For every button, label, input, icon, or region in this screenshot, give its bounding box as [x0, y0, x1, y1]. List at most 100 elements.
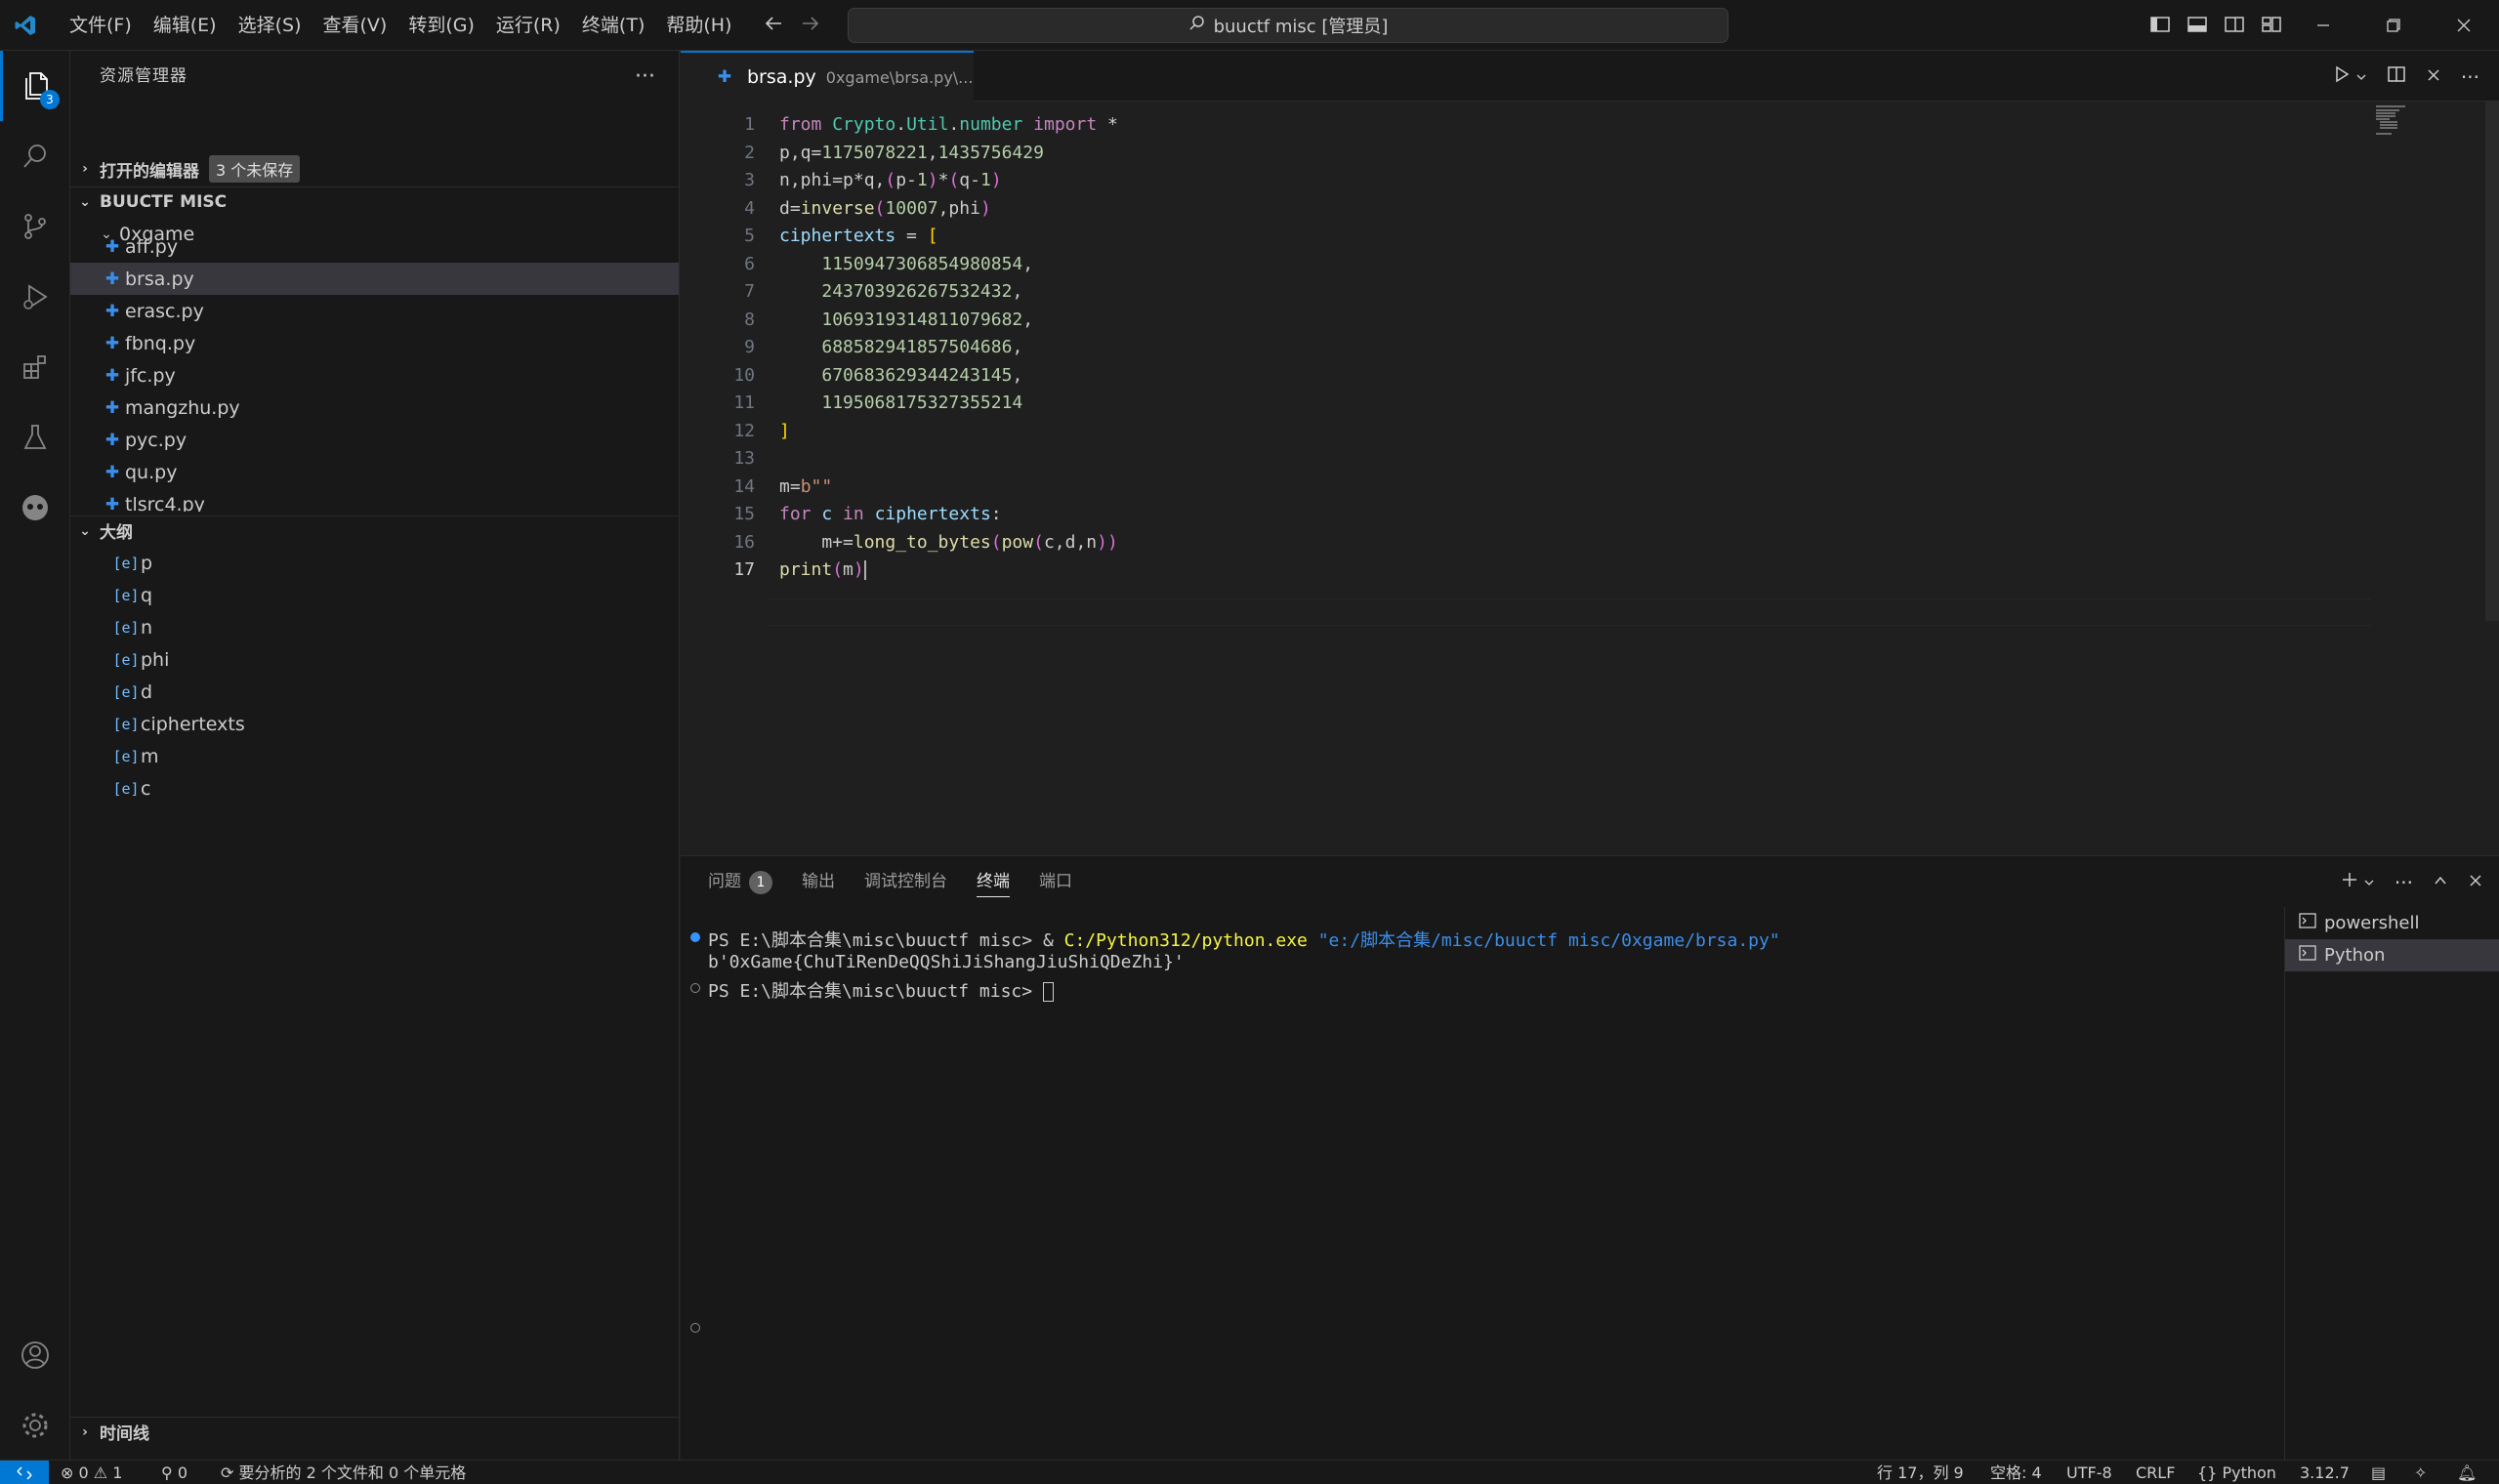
code-line[interactable]: 1069319314811079682,	[779, 309, 1033, 330]
github-copilot-icon[interactable]	[0, 473, 70, 543]
indentation[interactable]: 空格: 4	[1990, 1461, 2042, 1484]
code-line[interactable]: 1150947306854980854,	[779, 254, 1033, 274]
run-file-icon[interactable]	[2332, 64, 2352, 89]
code-line[interactable]: m+=long_to_bytes(pow(c,d,n))	[779, 532, 1117, 553]
file-item[interactable]: ✚ mangzhu.py	[70, 392, 679, 424]
problems-status[interactable]: ⊗ 0 ⚠ 1	[61, 1461, 122, 1484]
code-line[interactable]: print(m)	[779, 559, 866, 580]
tab-problems[interactable]: 问题 1	[708, 856, 772, 907]
terminal-item-python[interactable]: Python	[2285, 939, 2499, 971]
menu-help[interactable]: 帮助(H)	[655, 0, 742, 51]
command-center[interactable]: buuctf misc [管理员]	[848, 8, 1728, 43]
file-item[interactable]: ✚ erasc.py	[70, 295, 679, 327]
line-ending[interactable]: CRLF	[2136, 1461, 2175, 1484]
outline-item[interactable]: [e] p	[70, 547, 679, 579]
tab-ports[interactable]: 端口	[1039, 856, 1072, 907]
split-editor-icon[interactable]	[2387, 64, 2406, 89]
menu-edit[interactable]: 编辑(E)	[143, 0, 228, 51]
explorer-icon[interactable]: 3	[0, 51, 70, 121]
code-line[interactable]: 1195068175327355214	[779, 392, 1022, 413]
menu-file[interactable]: 文件(F)	[59, 0, 143, 51]
file-item[interactable]: ✚ jfc.py	[70, 359, 679, 392]
toggle-panel-icon[interactable]	[2186, 13, 2209, 41]
code-line[interactable]: 688582941857504686,	[779, 337, 1022, 357]
outline-item[interactable]: [e] phi	[70, 643, 679, 676]
code-line[interactable]: 243703926267532432,	[779, 281, 1022, 302]
code-line[interactable]: ciphertexts = [	[779, 226, 938, 246]
language-mode[interactable]: {} Python	[2197, 1461, 2276, 1484]
outline-item[interactable]: [e] d	[70, 676, 679, 708]
panel-more-icon[interactable]: ···	[2395, 871, 2413, 894]
new-terminal-icon[interactable]	[2340, 870, 2359, 894]
code-line[interactable]: 670683629344243145,	[779, 365, 1022, 386]
run-dropdown-icon[interactable]	[2355, 66, 2367, 88]
tab-terminal[interactable]: 终端	[977, 856, 1010, 907]
outline-item[interactable]: [e] n	[70, 611, 679, 643]
file-info-icon[interactable]: ▤	[2371, 1461, 2386, 1484]
settings-gear-icon[interactable]	[0, 1390, 70, 1461]
outline-item[interactable]: [e] q	[70, 579, 679, 611]
outline-item[interactable]: [e] ciphertexts	[70, 708, 679, 740]
minimap[interactable]	[2368, 102, 2485, 219]
ports-status[interactable]: ⚲ 0	[161, 1461, 187, 1484]
file-item[interactable]: ✚ pyc.py	[70, 424, 679, 456]
code-line[interactable]: d=inverse(10007,phi)	[779, 198, 991, 219]
testing-flask-icon[interactable]	[0, 402, 70, 473]
extensions-icon[interactable]	[0, 332, 70, 402]
editor-scrollbar[interactable]	[2485, 102, 2499, 621]
ports-icon: ⚲	[161, 1463, 173, 1482]
search-view-icon[interactable]	[0, 121, 70, 191]
code-line[interactable]: m=b""	[779, 476, 832, 497]
restore-icon[interactable]	[2358, 0, 2429, 51]
python-version[interactable]: 3.12.7	[2300, 1461, 2350, 1484]
menu-run[interactable]: 运行(R)	[485, 0, 571, 51]
tab-debug-console[interactable]: 调试控制台	[864, 856, 947, 907]
outline-item[interactable]: [e] c	[70, 772, 679, 804]
menu-go[interactable]: 转到(G)	[397, 0, 485, 51]
code-line[interactable]: n,phi=p*q,(p-1)*(q-1)	[779, 170, 1002, 190]
encoding[interactable]: UTF-8	[2066, 1461, 2112, 1484]
timeline-section[interactable]: › 时间线	[70, 1417, 679, 1446]
back-arrow-icon[interactable]	[762, 12, 785, 40]
file-item[interactable]: ✚ tlsrc4.py	[70, 488, 679, 513]
code-line[interactable]: p,q=1175078221,1435756429	[779, 143, 1044, 163]
menu-view[interactable]: 查看(V)	[312, 0, 398, 51]
code-line[interactable]: for c in ciphertexts:	[779, 504, 1002, 524]
maximize-panel-icon[interactable]	[2433, 872, 2448, 893]
line-number: 14	[733, 475, 755, 497]
tab-brsa-py[interactable]: ✚ brsa.py 0xgame\brsa.py\...	[681, 51, 974, 102]
outline-section[interactable]: ⌄ 大纲	[70, 515, 679, 545]
menu-selection[interactable]: 选择(S)	[228, 0, 312, 51]
file-item[interactable]: ✚ brsa.py	[70, 263, 679, 295]
code-line[interactable]: from Crypto.Util.number import *	[779, 114, 1118, 135]
python-file-icon: ✚	[104, 301, 120, 321]
file-item[interactable]: ✚ fbnq.py	[70, 327, 679, 359]
file-label: aff.py	[125, 235, 179, 258]
terminal-dropdown-icon[interactable]	[2363, 872, 2375, 893]
toggle-primary-sidebar-icon[interactable]	[2148, 13, 2172, 41]
toggle-secondary-sidebar-icon[interactable]	[2223, 13, 2246, 41]
run-debug-icon[interactable]	[0, 262, 70, 332]
minimize-icon[interactable]	[2288, 0, 2358, 51]
terminal-item-powershell[interactable]: powershell	[2285, 907, 2499, 939]
forward-arrow-icon[interactable]	[799, 12, 822, 40]
source-control-icon[interactable]	[0, 191, 70, 262]
remote-indicator-icon[interactable]	[0, 1461, 49, 1484]
outline-item[interactable]: [e] m	[70, 740, 679, 772]
close-window-icon[interactable]	[2429, 0, 2499, 51]
explorer-sidebar: 资源管理器 ··· › 打开的编辑器 3 个未保存 ⌄ BUUCTF MISC …	[70, 51, 680, 1460]
close-panel-icon[interactable]	[2468, 872, 2483, 893]
customize-layout-icon[interactable]	[2260, 13, 2283, 41]
file-item[interactable]: ✚ aff.py	[70, 230, 679, 263]
tab-output[interactable]: 输出	[802, 856, 835, 907]
notifications-bell-icon[interactable]: 🔔︎	[2457, 1461, 2477, 1484]
editor-more-icon[interactable]: ···	[2461, 65, 2479, 89]
close-editor-icon[interactable]	[2426, 66, 2441, 88]
code-line[interactable]: ]	[779, 421, 790, 441]
file-item[interactable]: ✚ qu.py	[70, 456, 679, 488]
analysis-status[interactable]: ⟳ 要分析的 2 个文件和 0 个单元格	[221, 1461, 466, 1484]
copilot-status-icon[interactable]: ✧	[2414, 1461, 2427, 1484]
cursor-position[interactable]: 行 17，列 9	[1877, 1461, 1964, 1484]
menu-terminal[interactable]: 终端(T)	[571, 0, 655, 51]
account-icon[interactable]	[0, 1320, 70, 1390]
